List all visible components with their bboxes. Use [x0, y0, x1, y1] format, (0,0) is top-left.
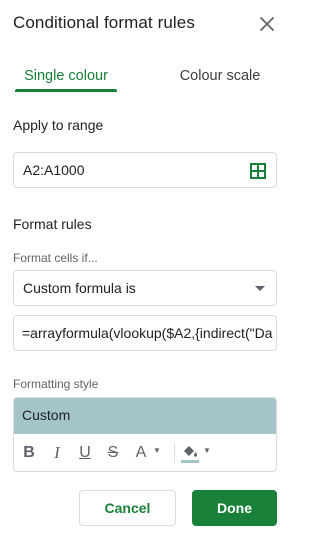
text-color-caret-icon: ▼: [153, 446, 161, 455]
fill-color-caret-icon: ▼: [203, 446, 211, 455]
custom-formula-input[interactable]: =arrayformula(vlookup($A2,{indirect("Da: [13, 315, 277, 351]
formatting-style-box: Custom B I U S A ▼ ▼: [13, 397, 277, 472]
formula-value: =arrayformula(vlookup($A2,{indirect("Da: [22, 325, 273, 341]
format-rules-heading: Format rules: [13, 216, 92, 232]
panel-title: Conditional format rules: [13, 13, 195, 32]
fill-color-icon[interactable]: [180, 442, 200, 464]
strikethrough-icon[interactable]: S: [105, 442, 121, 464]
toolbar-divider: [174, 443, 175, 463]
apply-to-range-heading: Apply to range: [13, 117, 104, 133]
italic-icon[interactable]: I: [49, 442, 65, 464]
range-input[interactable]: A2:A1000: [13, 152, 277, 188]
format-preview[interactable]: Custom: [14, 398, 276, 434]
select-range-grid-icon[interactable]: [249, 162, 267, 180]
tab-bar: Single colour Colour scale: [0, 60, 294, 94]
active-tab-indicator: [15, 89, 117, 92]
panel-header: Conditional format rules: [0, 0, 294, 48]
text-color-icon[interactable]: A: [133, 442, 149, 464]
preview-text: Custom: [22, 407, 71, 423]
underline-icon[interactable]: U: [77, 442, 93, 464]
range-value: A2:A1000: [23, 162, 85, 178]
close-icon[interactable]: [256, 13, 278, 35]
tab-colour-scale-label: Colour scale: [179, 68, 261, 84]
dropdown-arrow-icon: [255, 286, 265, 291]
formatting-style-label: Formatting style: [13, 377, 99, 391]
done-button[interactable]: Done: [192, 490, 277, 526]
bold-icon[interactable]: B: [21, 442, 37, 464]
condition-value: Custom formula is: [23, 280, 136, 296]
tab-single-colour[interactable]: Single colour: [15, 60, 117, 94]
tab-single-colour-label: Single colour: [24, 68, 108, 84]
format-toolbar: B I U S A ▼ ▼: [14, 434, 276, 471]
condition-select[interactable]: Custom formula is: [13, 270, 277, 306]
format-cells-if-label: Format cells if...: [13, 251, 98, 265]
tab-colour-scale[interactable]: Colour scale: [172, 60, 268, 94]
cancel-button[interactable]: Cancel: [79, 490, 176, 526]
